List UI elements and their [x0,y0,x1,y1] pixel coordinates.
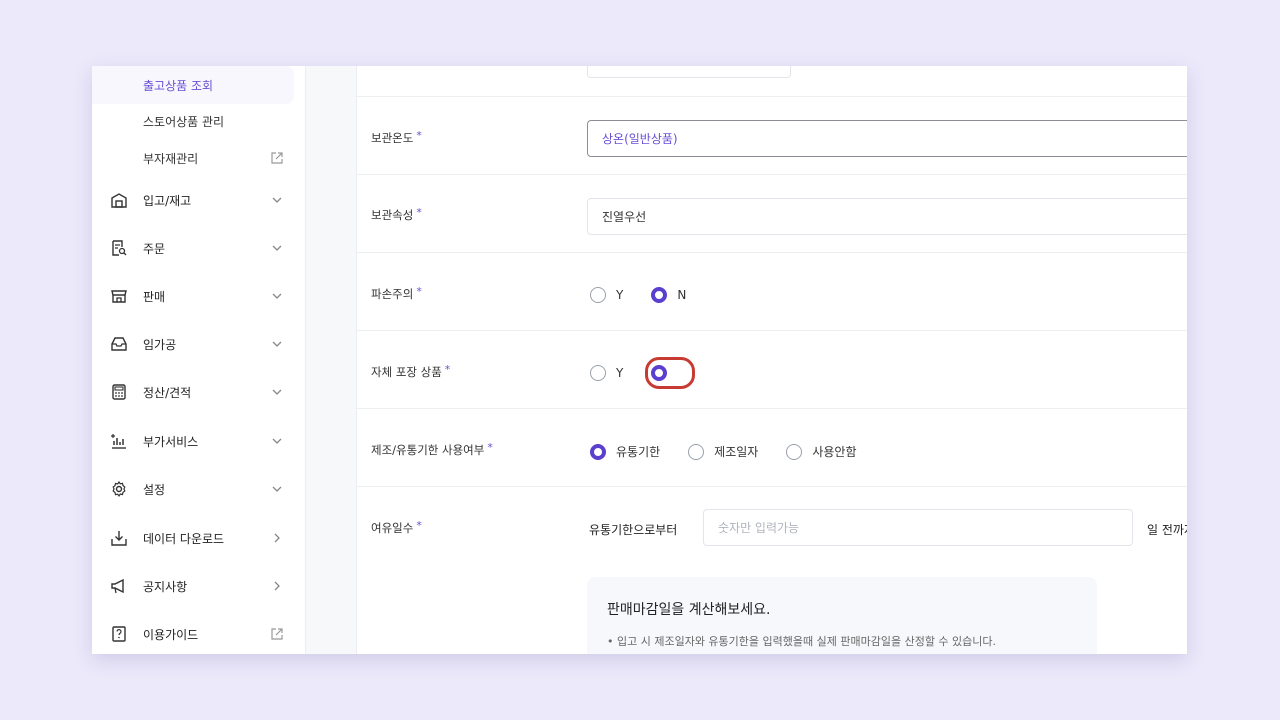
sidebar-item-label: 주문 [143,242,166,256]
chart-plus-icon [111,434,126,449]
calc-note: • 입고 시 제조일자와 유통기한을 입력했을때 실제 판매마감일을 산정할 수… [607,635,997,648]
sidebar-item-label: 정산/견적 [143,386,192,400]
external-link-icon [271,152,283,164]
sidebar-item-label: 데이터 다운로드 [143,532,225,546]
sidebar-item-notices[interactable]: 공지사항 [92,566,294,606]
chevron-down-icon [272,245,282,251]
storage-attr-select[interactable]: 진열우선 [587,198,1187,235]
form-row-storage-attr: 보관속성 * 진열우선 [357,175,1187,253]
sidebar-item-orders[interactable]: 주문 [92,228,294,268]
fragile-radio-y[interactable]: Y [590,287,623,303]
chevron-right-icon [274,581,280,591]
sidebar-item-label: 임가공 [143,338,177,352]
storage-attr-label: 보관속성 * [371,206,422,222]
sidebar-item-settings[interactable]: 설정 [92,469,294,509]
sidebar-sub-item-label: 출고상품 조회 [143,78,214,93]
sidebar-item-extra-services[interactable]: 부가서비스 [92,421,294,461]
radio-circle [688,443,705,460]
megaphone-icon [111,578,124,594]
gear-icon [112,480,126,498]
expiry-radio-none[interactable]: 사용안함 [786,443,857,460]
chevron-down-icon [272,341,282,347]
sidebar-sub-item-label: 부자재관리 [143,151,199,166]
sidebar: 출고상품 조회 스토어상품 관리 부자재관리 입고/재고 주문 판매 임가공 정… [92,66,306,654]
sidebar-sub-item-label: 스토어상품 관리 [143,114,225,129]
sales-deadline-calculator: 판매마감일을 계산해보세요. • 입고 시 제조일자와 유통기한을 입력했을때 … [587,577,1097,654]
sidebar-item-user-guide[interactable]: 이용가이드 [92,614,294,654]
spare-days-suffix: 일 전까지 [1147,523,1187,537]
form-row-expiry-usage: 제조/유통기한 사용여부 * 유통기한 제조일자 사용안함 [357,409,1187,487]
chevron-right-icon [274,533,280,543]
click-highlight-marker [645,357,696,389]
self-pack-radio-y[interactable]: Y [590,365,623,381]
expiry-usage-label: 제조/유통기한 사용여부 * [371,441,493,457]
sidebar-item-sales[interactable]: 판매 [92,276,294,316]
spare-days-label: 여유일수 * [371,519,422,535]
sidebar-item-label: 이용가이드 [143,628,199,642]
fragile-radio-group: Y N [590,287,714,303]
form-row-self-pack: 자체 포장 상품 * Y [357,331,1187,409]
main-content: 보관온도 * 상온(일반상품) 보관속성 * 진열우선 파손주의 * Y N 자… [306,66,1187,654]
chevron-down-icon [272,438,282,444]
calculator-icon [112,384,126,400]
inbox-icon [111,337,127,351]
chevron-down-icon [272,197,282,203]
store-icon [111,290,127,303]
warehouse-icon [111,193,127,208]
sidebar-item-label: 판매 [143,290,166,304]
storage-temp-select[interactable]: 상온(일반상품) [587,120,1187,157]
storage-attr-value: 진열우선 [602,210,647,224]
sidebar-item-label: 공지사항 [143,580,188,594]
self-pack-radio-n[interactable] [645,357,696,389]
radio-circle [590,365,606,381]
expiry-radio-manufacture-date[interactable]: 제조일자 [688,443,758,460]
spare-days-prefix: 유통기한으로부터 [589,523,678,537]
form-row-storage-temp: 보관온도 * 상온(일반상품) [357,97,1187,175]
sidebar-item-settlement[interactable]: 정산/견적 [92,372,294,412]
sidebar-sub-item-outbound-products[interactable]: 출고상품 조회 [92,66,294,104]
radio-circle [786,443,803,460]
sidebar-item-label: 부가서비스 [143,435,199,449]
clipped-input[interactable] [587,66,791,78]
sidebar-item-inbound-stock[interactable]: 입고/재고 [92,180,294,220]
sidebar-sub-item-materials[interactable]: 부자재관리 [92,139,294,177]
chevron-down-icon [272,293,282,299]
self-pack-label: 자체 포장 상품 * [371,363,451,379]
chevron-down-icon [272,389,282,395]
sidebar-item-label: 입고/재고 [143,194,192,208]
sidebar-item-data-download[interactable]: 데이터 다운로드 [92,518,294,558]
radio-circle-checked [590,443,606,460]
expiry-radio-expiry-date[interactable]: 유통기한 [590,443,660,460]
form-row-fragile: 파손주의 * Y N [357,253,1187,331]
self-pack-radio-group: Y [590,357,705,389]
chevron-down-icon [272,486,282,492]
form-row-clipped [357,66,1187,97]
guide-icon [112,626,126,642]
storage-temp-value: 상온(일반상품) [602,132,678,146]
calc-title: 판매마감일을 계산해보세요. [607,602,771,618]
sidebar-item-label: 설정 [143,483,166,497]
sidebar-item-processing[interactable]: 임가공 [92,324,294,364]
product-form-panel: 보관온도 * 상온(일반상품) 보관속성 * 진열우선 파손주의 * Y N 자… [356,66,1187,654]
spare-days-placeholder: 숫자만 입력가능 [718,521,800,535]
spare-days-input[interactable]: 숫자만 입력가능 [703,509,1133,546]
sidebar-sub-item-store-products[interactable]: 스토어상품 관리 [92,102,294,140]
radio-circle [590,287,606,303]
storage-temp-label: 보관온도 * [371,129,422,145]
fragile-label: 파손주의 * [371,285,422,301]
download-icon [111,531,127,546]
radio-circle-checked [651,287,668,303]
order-search-icon [112,240,127,256]
expiry-usage-radio-group: 유통기한 제조일자 사용안함 [590,443,885,460]
fragile-radio-n[interactable]: N [651,287,686,303]
app-window: 출고상품 조회 스토어상품 관리 부자재관리 입고/재고 주문 판매 임가공 정… [92,66,1187,654]
external-link-icon [271,628,283,640]
